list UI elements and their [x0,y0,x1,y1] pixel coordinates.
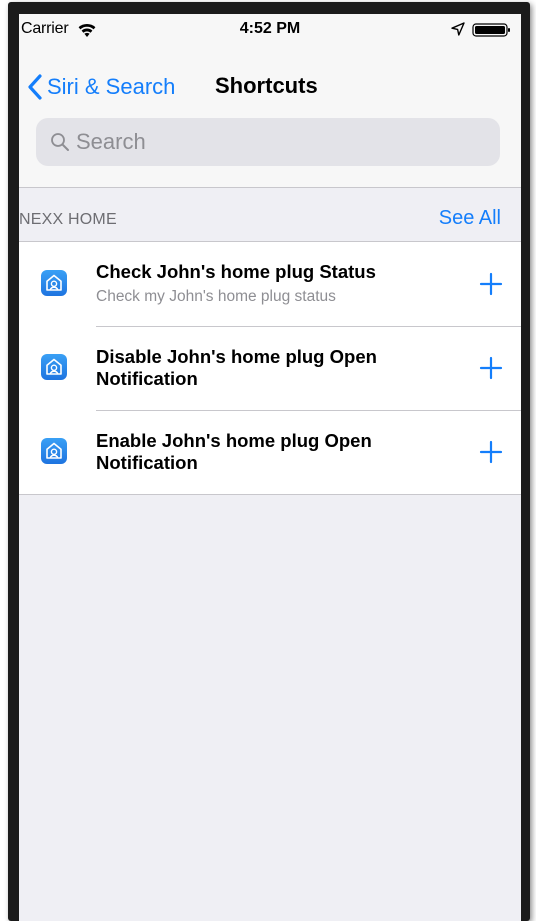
add-shortcut-button[interactable] [479,272,503,296]
section-header: NEXX HOME See All [19,188,521,242]
add-shortcut-button[interactable] [479,356,503,380]
location-icon [451,22,465,36]
search-input[interactable] [76,129,476,155]
shortcut-text: Disable John's home plug Open Notificati… [96,326,436,410]
back-button[interactable]: Siri & Search [27,72,175,102]
section-title: NEXX HOME [19,211,117,228]
nexx-home-app-icon [41,438,67,464]
status-time: 4:52 PM [239,20,301,37]
home-icon [46,274,62,291]
device-frame: Carrier 4:52 PM Siri & Search Shortcuts … [0,0,536,921]
navigation-bar: Siri & Search Shortcuts [19,48,521,188]
search-field[interactable] [36,118,500,166]
home-icon [46,442,62,459]
shortcut-title: Disable John's home plug Open Notificati… [96,346,377,389]
home-icon [46,358,62,375]
add-shortcut-button[interactable] [479,440,503,464]
shortcuts-list: Check John's home plug Status Check my J… [19,241,521,495]
screen: Carrier 4:52 PM Siri & Search Shortcuts … [19,14,521,921]
back-label: Siri & Search [47,74,176,99]
nexx-home-app-icon [41,354,67,380]
list-item[interactable]: Disable John's home plug Open Notificati… [19,326,521,410]
shortcut-text: Check John's home plug Status Check my J… [96,242,436,326]
page-title: Shortcuts [215,73,318,98]
chevron-left-icon [28,74,42,100]
battery-icon [472,23,510,37]
nexx-home-app-icon [41,270,67,296]
see-all-link[interactable]: See All [439,207,501,230]
shortcut-title: Check John's home plug Status [96,261,376,282]
status-bar: Carrier 4:52 PM [19,14,521,48]
shortcut-text: Enable John's home plug Open Notificatio… [96,410,436,494]
list-item[interactable]: Check John's home plug Status Check my J… [19,242,521,326]
search-icon [51,133,69,151]
shortcut-subtitle: Check my John's home plug status [96,288,336,305]
shortcut-title: Enable John's home plug Open Notificatio… [96,430,372,473]
list-item[interactable]: Enable John's home plug Open Notificatio… [19,410,521,494]
